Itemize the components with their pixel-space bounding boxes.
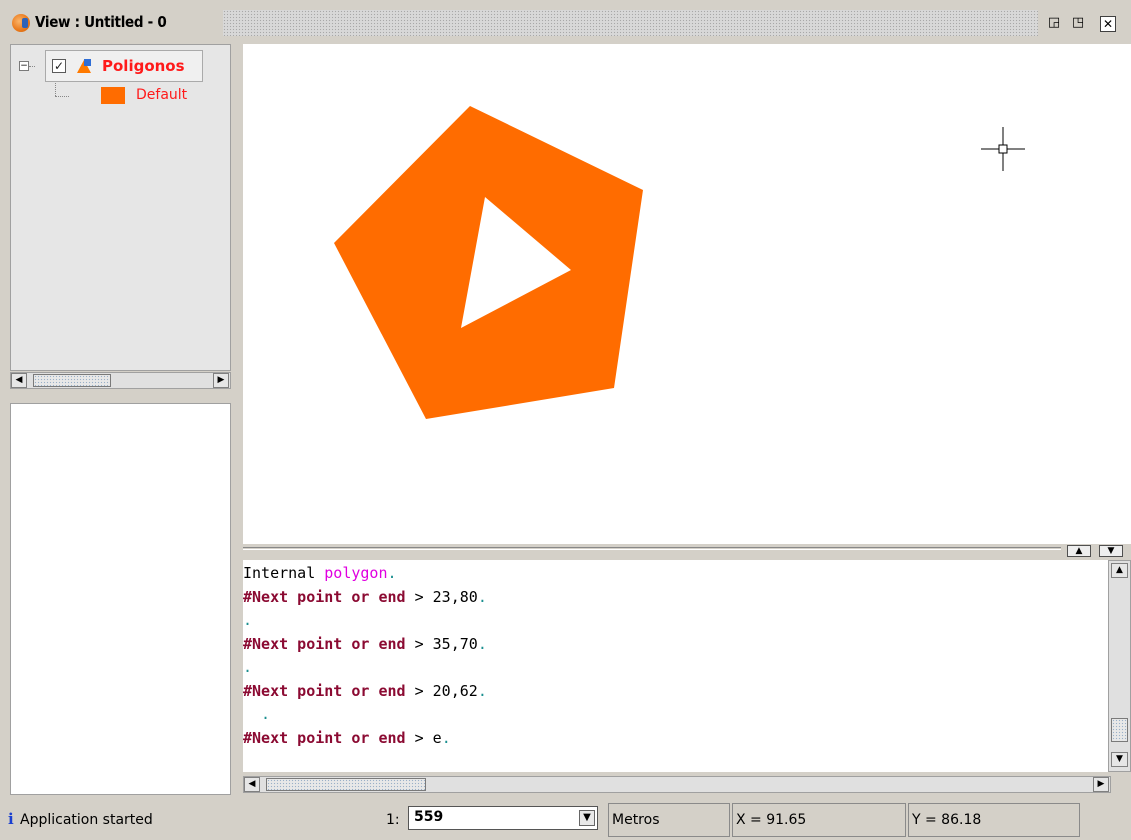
command-console[interactable]: Internal polygon. #Next point or end > 23… [243,560,1108,772]
crosshair-icon [981,127,1025,171]
scroll-left-icon[interactable]: ◀ [11,373,27,388]
scale-value[interactable]: 559 [414,809,443,825]
orange-polygon [334,106,643,419]
scroll-thumb[interactable] [33,374,111,387]
scroll-thumb[interactable] [266,778,426,791]
tree-connector [29,66,35,67]
window-title-bar[interactable]: View : Untitled - 0 ◲ ◳ ✕ [0,0,1131,44]
expand-up-icon[interactable]: ▲ [1067,545,1091,557]
console-horizontal-scrollbar[interactable]: ◀ ▶ [243,776,1111,793]
x-coordinate-field: X = 91.65 [732,803,906,837]
collapse-icon[interactable]: − [19,61,29,71]
splitter-line [243,547,1061,550]
layer-tree-panel: − ✓ Poligonos Default [10,44,231,371]
info-icon: i [8,810,14,828]
scroll-up-icon[interactable]: ▲ [1111,563,1128,578]
scale-prefix: 1: [386,812,400,828]
title-bar-grip[interactable] [223,10,1038,36]
units-field: Metros [608,803,730,837]
console-line: #Next point or end > 23,80. [243,587,487,606]
panel-splitter[interactable] [231,44,243,800]
console-line: #Next point or end > e. [243,728,451,747]
layer-item-poligonos[interactable]: ✓ Poligonos [45,50,203,82]
tree-connector [55,96,69,97]
restore-icon[interactable]: ◳ [1068,14,1088,32]
console-line: . [243,611,253,629]
close-icon[interactable]: ✕ [1100,16,1116,32]
scale-combo[interactable]: 559 ▼ [408,806,598,830]
layer-name: Poligonos [102,57,185,75]
chevron-down-icon[interactable]: ▼ [579,810,595,826]
console-line: #Next point or end > 35,70. [243,634,487,653]
console-line: Internal polygon. [243,564,397,582]
y-coordinate-field: Y = 86.18 [908,803,1080,837]
scroll-thumb[interactable] [1111,718,1128,742]
console-line: #Next point or end > 20,62. [243,681,487,700]
map-drawing [334,106,1025,419]
tree-connector [55,83,56,96]
console-vertical-scrollbar[interactable]: ▲ ▼ [1108,560,1131,772]
map-view[interactable] [243,44,1131,544]
collapse-down-icon[interactable]: ▼ [1099,545,1123,557]
status-message: Application started [20,812,153,828]
legend-label: Default [136,87,188,103]
window-title: View : Untitled - 0 [35,13,167,31]
console-splitter[interactable]: ▲ ▼ [243,544,1131,560]
scroll-right-icon[interactable]: ▶ [1093,777,1109,792]
scroll-right-icon[interactable]: ▶ [213,373,229,388]
status-bar: i Application started 1: 559 ▼ Metros X … [0,800,1131,840]
app-icon [12,14,30,32]
locator-panel [10,403,231,795]
minimize-icon[interactable]: ◲ [1044,14,1064,32]
scroll-left-icon[interactable]: ◀ [244,777,260,792]
legend-swatch [101,87,125,104]
console-line: . [243,705,271,723]
toc-horizontal-scrollbar[interactable]: ◀ ▶ [10,372,231,389]
scroll-down-icon[interactable]: ▼ [1111,752,1128,767]
layer-visibility-checkbox[interactable]: ✓ [52,59,66,73]
console-line: . [243,658,253,676]
polygon-layer-icon [77,59,91,73]
